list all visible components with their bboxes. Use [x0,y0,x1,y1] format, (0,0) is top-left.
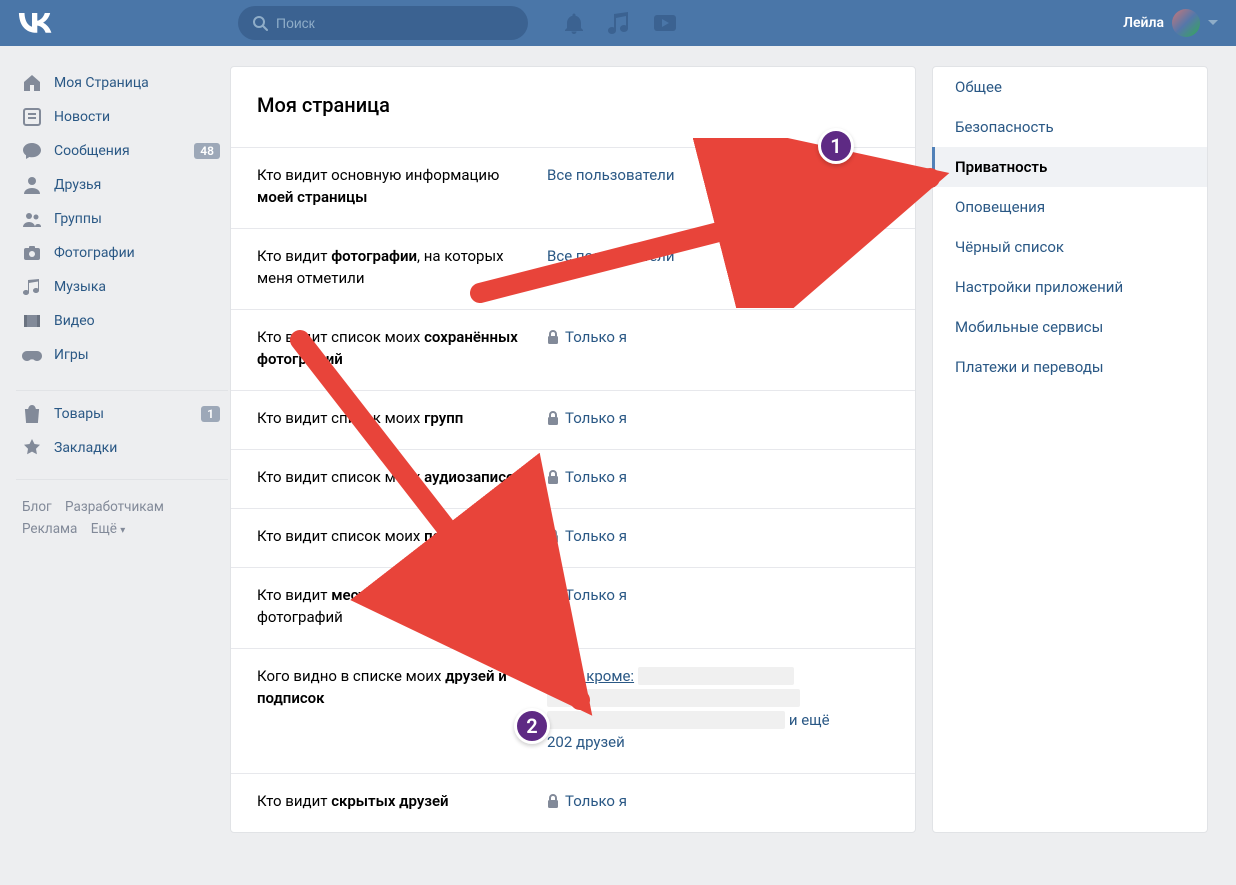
annotation-badge-1: 1 [818,128,854,164]
chevron-down-icon: ▾ [120,525,125,536]
tab-5[interactable]: Настройки приложений [933,267,1207,307]
livestream-icon[interactable] [652,13,678,33]
header-icons [564,12,678,34]
groups-icon [20,209,44,229]
market-icon [20,404,44,424]
annotation-arrow-1 [470,138,950,308]
nav-news[interactable]: Новости [14,100,230,134]
photos-icon [20,243,44,263]
badge-market: 1 [201,406,220,422]
setting-value[interactable]: Только я [547,790,889,812]
tab-6[interactable]: Мобильные сервисы [933,307,1207,347]
chevron-down-icon [1208,20,1218,26]
friends-icon [20,175,44,195]
search-input[interactable] [276,15,514,31]
footer-devs[interactable]: Разработчикам [65,499,164,515]
tab-1[interactable]: Безопасность [933,107,1207,147]
search-box[interactable] [238,6,528,40]
tab-4[interactable]: Чёрный список [933,227,1207,267]
badge-messages: 48 [194,143,220,159]
nav-footer: Блог Разработчикам Реклама Ещё ▾ [14,486,230,552]
top-header: Лейла [0,0,1236,46]
left-nav: Моя Страница Новости Сообщения 48 Друзья… [10,54,230,833]
nav-photos[interactable]: Фотографии [14,236,230,270]
profile-name: Лейла [1123,15,1164,31]
nav-video-icon [20,311,44,331]
nav-music[interactable]: Музыка [14,270,230,304]
footer-ads[interactable]: Реклама [22,521,77,537]
nav-groups[interactable]: Группы [14,202,230,236]
annotation-badge-2: 2 [514,708,550,744]
nav-friends[interactable]: Друзья [14,168,230,202]
vk-logo-icon[interactable] [18,13,58,33]
avatar [1172,9,1200,37]
bookmarks-icon [20,438,44,458]
nav-bookmarks[interactable]: Закладки [14,431,230,465]
tab-0[interactable]: Общее [933,67,1207,107]
nav-games[interactable]: Игры [14,338,230,372]
news-icon [20,107,44,127]
music-icon[interactable] [608,12,628,34]
tab-2[interactable]: Приватность [933,147,1207,187]
nav-messages[interactable]: Сообщения 48 [14,134,230,168]
setting-label: Кто видит скрытых друзей [257,790,547,812]
nav-video[interactable]: Видео [14,304,230,338]
tab-7[interactable]: Платежи и переводы [933,347,1207,387]
search-icon [252,15,268,31]
games-icon [20,345,44,365]
home-icon [20,73,44,93]
annotation-arrow-2 [280,330,620,730]
nav-market[interactable]: Товары 1 [14,397,230,431]
nav-my-page[interactable]: Моя Страница [14,66,230,100]
footer-more[interactable]: Ещё ▾ [91,521,125,537]
bell-icon[interactable] [564,12,584,34]
messages-icon [20,141,44,161]
settings-tabs: ОбщееБезопасностьПриватностьОповещенияЧё… [932,66,1208,833]
nav-music-icon [20,277,44,297]
setting-row: Кто видит скрытых друзейТолько я [231,773,915,832]
footer-blog[interactable]: Блог [22,499,52,515]
lock-icon [547,792,559,810]
tab-3[interactable]: Оповещения [933,187,1207,227]
page-title: Моя страница [231,67,915,147]
profile-menu[interactable]: Лейла [1123,9,1218,37]
